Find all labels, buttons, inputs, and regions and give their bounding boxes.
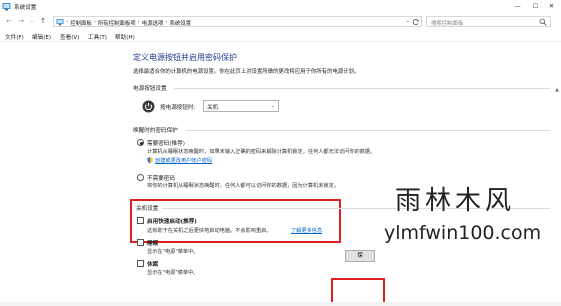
power-section-label: 电源按钮设置 xyxy=(133,86,167,92)
sleep-label[interactable]: 睡眠 xyxy=(147,239,158,247)
scroll-up-icon[interactable]: ▲ xyxy=(555,87,559,93)
breadcrumb-power-options[interactable]: 电源选项 xyxy=(142,19,164,27)
hibernate-checkbox[interactable] xyxy=(137,260,144,267)
breadcrumb-control-panel[interactable]: 控制面板 xyxy=(70,19,92,27)
search-input[interactable]: 搜索控制面板 xyxy=(426,16,551,27)
search-icon[interactable] xyxy=(539,18,547,26)
breadcrumb-separator: › xyxy=(137,18,140,25)
title-bar: 系统设置 — ☐ ✕ xyxy=(0,0,561,13)
settings-content: ▲ 定义电源按钮并启用密码保护 选择最适合你的计算机的电源设置。你在此页上对设置… xyxy=(0,42,561,306)
shutdown-section-label: 关机设置 xyxy=(136,206,159,212)
power-icon xyxy=(142,100,155,113)
recent-dropdown[interactable]: ⌄ xyxy=(27,16,37,26)
address-bar: ← → ⌄ ↑ › 控制面板 › 所有控制面板项 › 电源选项 › 系统设置 ⌄… xyxy=(0,13,561,29)
breadcrumb-all-items[interactable]: 所有控制面板项 xyxy=(98,19,136,27)
require-password-label[interactable]: 需要密码(推荐) xyxy=(147,139,185,147)
fast-startup-desc: 这有助于在关机之后更快地启动电脑。不会影响重启。 xyxy=(147,228,272,234)
fast-startup-checkbox[interactable] xyxy=(137,217,144,224)
bottom-strip xyxy=(0,302,561,306)
sleep-checkbox[interactable] xyxy=(137,239,144,246)
save-button[interactable]: 保 xyxy=(345,250,375,262)
menu-file[interactable]: 文件(F) xyxy=(5,33,24,41)
control-panel-icon xyxy=(56,19,64,26)
address-field[interactable]: › 控制面板 › 所有控制面板项 › 电源选项 › 系统设置 ⌄ xyxy=(53,16,422,27)
breadcrumb-separator: › xyxy=(165,18,168,25)
menu-view[interactable]: 查看(V) xyxy=(60,33,79,41)
learn-more-link[interactable]: 了解更多信息 xyxy=(291,227,322,234)
power-button-label: 按电源按钮时: xyxy=(160,105,196,111)
section-divider xyxy=(174,88,550,89)
watermark-text: 雨林木风 xyxy=(395,186,516,216)
require-password-radio[interactable] xyxy=(137,139,144,146)
power-button-value: 关机 xyxy=(207,105,219,111)
control-panel-icon xyxy=(2,3,11,11)
breadcrumb: › 控制面板 › 所有控制面板项 › 电源选项 › 系统设置 xyxy=(66,19,191,27)
minimize-button[interactable]: — xyxy=(508,0,527,13)
shield-icon xyxy=(147,157,153,164)
window-title: 系统设置 xyxy=(14,5,37,11)
page-subtitle: 选择最适合你的计算机的电源设置。你在此页上对设置所做的更改将应用于你所有的电源计… xyxy=(133,69,360,75)
page-title: 定义电源按钮并启用密码保护 xyxy=(133,53,237,62)
address-dropdown-icon[interactable]: ⌄ xyxy=(406,17,410,26)
search-placeholder: 搜索控制面板 xyxy=(431,20,464,27)
power-button-select[interactable]: 关机 ⌄ xyxy=(203,100,279,112)
chevron-down-icon: ⌄ xyxy=(270,103,275,109)
back-button[interactable]: ← xyxy=(4,16,14,26)
menu-help[interactable]: 帮助(H) xyxy=(115,33,135,41)
section-divider xyxy=(186,130,550,131)
close-button[interactable]: ✕ xyxy=(542,0,561,13)
breadcrumb-system-settings[interactable]: 系统设置 xyxy=(170,19,192,27)
up-button[interactable]: ↑ xyxy=(38,16,48,26)
no-password-desc: 将你的计算机从睡眠状态唤醒时，任何人都可以访问你的数据，因为计算机未锁定。 xyxy=(147,183,339,189)
hibernate-label[interactable]: 休眠 xyxy=(147,260,158,268)
change-password-link[interactable]: 创建或更改用户帐户密码 xyxy=(155,157,212,164)
hibernate-desc: 显示在"电源"菜单中。 xyxy=(147,270,199,276)
watermark-url: ylmfwin100.com xyxy=(384,222,542,244)
fast-startup-label[interactable]: 启用快速启动(推荐) xyxy=(147,217,197,225)
refresh-icon[interactable] xyxy=(412,18,420,26)
forward-button[interactable]: → xyxy=(16,16,26,26)
sleep-desc: 显示在"电源"菜单中。 xyxy=(147,249,199,255)
password-section-label: 唤醒时的密码保护 xyxy=(133,128,178,134)
menu-tools[interactable]: 工具(T) xyxy=(88,33,107,41)
breadcrumb-separator: › xyxy=(93,18,96,25)
no-password-label[interactable]: 不需要密码 xyxy=(147,174,175,182)
breadcrumb-separator: › xyxy=(66,18,69,25)
menu-edit[interactable]: 编辑(E) xyxy=(32,33,51,41)
no-password-radio[interactable] xyxy=(137,174,144,181)
menu-bar: 文件(F) 编辑(E) 查看(V) 工具(T) 帮助(H) xyxy=(0,30,561,42)
require-password-desc: 计算机从睡眠状态唤醒时，如果未输入正确的密码来解除计算机锁定，任何人都无法访问你… xyxy=(147,149,376,155)
